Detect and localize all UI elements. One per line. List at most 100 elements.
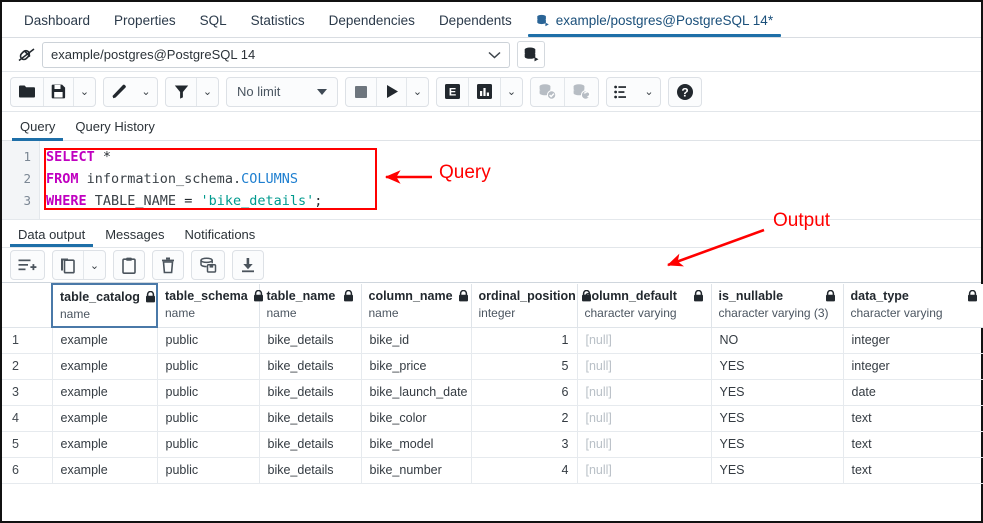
grid-cell-column_name[interactable]: bike_model (361, 431, 471, 457)
connection-select[interactable]: example/postgres@PostgreSQL 14 (42, 42, 510, 68)
grid-cell-data_type[interactable]: text (843, 405, 983, 431)
save-file-caret[interactable]: ⌄ (73, 78, 95, 106)
filter-caret[interactable]: ⌄ (196, 78, 218, 106)
grid-cell-table_catalog[interactable]: example (52, 405, 157, 431)
grid-cell-column_name[interactable]: bike_launch_date (361, 379, 471, 405)
stop-button[interactable] (346, 78, 376, 106)
grid-cell-is_nullable[interactable]: YES (711, 431, 843, 457)
grid-cell-column_default[interactable]: [null] (577, 379, 711, 405)
grid-column-header-table_catalog[interactable]: table_catalogname (52, 284, 157, 327)
grid-column-header-ordinal_position[interactable]: ordinal_positioninteger (471, 284, 577, 327)
output-tab-messages[interactable]: Messages (95, 227, 174, 247)
grid-cell-table_schema[interactable]: public (157, 457, 259, 483)
grid-cell-column_default[interactable]: [null] (577, 327, 711, 353)
grid-cell-is_nullable[interactable]: YES (711, 457, 843, 483)
grid-cell-table_catalog[interactable]: example (52, 327, 157, 353)
grid-cell-table_name[interactable]: bike_details (259, 457, 361, 483)
copy-caret[interactable]: ⌄ (83, 251, 105, 279)
save-data-icon[interactable] (192, 251, 224, 279)
explain-caret[interactable]: ⌄ (500, 78, 522, 106)
object-tab-sql[interactable]: SQL (188, 13, 239, 37)
delete-icon[interactable] (153, 251, 183, 279)
table-row[interactable]: 6examplepublicbike_detailsbike_number4[n… (2, 457, 983, 483)
grid-cell-column_name[interactable]: bike_price (361, 353, 471, 379)
grid-cell-data_type[interactable]: integer (843, 327, 983, 353)
grid-cell-column_name[interactable]: bike_id (361, 327, 471, 353)
editor-code[interactable]: SELECT *FROM information_schema.COLUMNSW… (40, 141, 981, 219)
table-row[interactable]: 4examplepublicbike_detailsbike_color2[nu… (2, 405, 983, 431)
grid-cell-column_default[interactable]: [null] (577, 405, 711, 431)
add-row-icon[interactable] (11, 251, 44, 279)
data-output-grid[interactable]: table_catalognametable_schemanametable_n… (2, 283, 981, 484)
table-row[interactable]: 1examplepublicbike_detailsbike_id1[null]… (2, 327, 983, 353)
grid-cell-is_nullable[interactable]: YES (711, 353, 843, 379)
grid-cell-is_nullable[interactable]: YES (711, 379, 843, 405)
grid-cell-column_default[interactable]: [null] (577, 353, 711, 379)
rollback-button[interactable] (564, 78, 598, 106)
grid-cell-is_nullable[interactable]: NO (711, 327, 843, 353)
object-tab-statistics[interactable]: Statistics (239, 13, 317, 37)
grid-column-header-table_name[interactable]: table_namename (259, 284, 361, 327)
edit-caret[interactable]: ⌄ (135, 78, 157, 106)
execute-button[interactable] (376, 78, 406, 106)
object-tab-properties[interactable]: Properties (102, 13, 188, 37)
table-row[interactable]: 5examplepublicbike_detailsbike_model3[nu… (2, 431, 983, 457)
query-tab-query-history[interactable]: Query History (65, 119, 164, 140)
grid-column-header-table_schema[interactable]: table_schemaname (157, 284, 259, 327)
row-limit-select[interactable]: No limit (226, 77, 338, 107)
edit-pencil-button[interactable] (104, 78, 135, 106)
grid-cell-table_name[interactable]: bike_details (259, 405, 361, 431)
grid-cell-data_type[interactable]: text (843, 457, 983, 483)
execute-caret[interactable]: ⌄ (406, 78, 428, 106)
output-tab-notifications[interactable]: Notifications (174, 227, 265, 247)
object-tab-dependents[interactable]: Dependents (427, 13, 524, 37)
grid-cell-table_catalog[interactable]: example (52, 431, 157, 457)
grid-cell-ordinal_position[interactable]: 2 (471, 405, 577, 431)
grid-cell-column_name[interactable]: bike_number (361, 457, 471, 483)
macros-caret[interactable]: ⌄ (638, 78, 660, 106)
grid-column-header-column_default[interactable]: column_defaultcharacter varying (577, 284, 711, 327)
grid-cell-table_schema[interactable]: public (157, 327, 259, 353)
grid-column-header-column_name[interactable]: column_namename (361, 284, 471, 327)
grid-cell-table_name[interactable]: bike_details (259, 379, 361, 405)
table-row[interactable]: 3examplepublicbike_detailsbike_launch_da… (2, 379, 983, 405)
grid-column-header-data_type[interactable]: data_typecharacter varying (843, 284, 983, 327)
explain-button[interactable]: E (437, 78, 468, 106)
help-icon[interactable]: ? (669, 78, 701, 106)
grid-cell-column_name[interactable]: bike_color (361, 405, 471, 431)
filter-icon[interactable] (166, 78, 196, 106)
grid-cell-ordinal_position[interactable]: 3 (471, 431, 577, 457)
grid-cell-table_schema[interactable]: public (157, 431, 259, 457)
sql-editor[interactable]: 123 SELECT *FROM information_schema.COLU… (2, 141, 981, 219)
grid-cell-data_type[interactable]: integer (843, 353, 983, 379)
table-row[interactable]: 2examplepublicbike_detailsbike_price5[nu… (2, 353, 983, 379)
object-tab-example-postgres-postgresql-14[interactable]: example/postgres@PostgreSQL 14* (524, 13, 785, 37)
grid-cell-data_type[interactable]: text (843, 431, 983, 457)
query-tab-query[interactable]: Query (10, 119, 65, 140)
grid-cell-table_schema[interactable]: public (157, 353, 259, 379)
new-connection-button[interactable] (517, 41, 545, 68)
output-tab-data-output[interactable]: Data output (8, 227, 95, 247)
grid-cell-ordinal_position[interactable]: 1 (471, 327, 577, 353)
open-file-button[interactable] (11, 78, 43, 106)
grid-cell-table_catalog[interactable]: example (52, 379, 157, 405)
grid-cell-table_name[interactable]: bike_details (259, 327, 361, 353)
grid-cell-table_catalog[interactable]: example (52, 353, 157, 379)
object-tab-dependencies[interactable]: Dependencies (317, 13, 427, 37)
grid-column-header-is_nullable[interactable]: is_nullablecharacter varying (3) (711, 284, 843, 327)
paste-icon[interactable] (114, 251, 144, 279)
grid-cell-table_name[interactable]: bike_details (259, 353, 361, 379)
copy-icon[interactable] (53, 251, 83, 279)
macros-list-icon[interactable] (607, 78, 638, 106)
object-tab-dashboard[interactable]: Dashboard (12, 13, 102, 37)
grid-cell-table_name[interactable]: bike_details (259, 431, 361, 457)
grid-cell-column_default[interactable]: [null] (577, 457, 711, 483)
grid-cell-table_schema[interactable]: public (157, 379, 259, 405)
commit-button[interactable] (531, 78, 564, 106)
explain-analyze-button[interactable] (468, 78, 500, 106)
grid-cell-table_catalog[interactable]: example (52, 457, 157, 483)
save-file-button[interactable] (43, 78, 73, 106)
download-icon[interactable] (233, 251, 263, 279)
grid-cell-ordinal_position[interactable]: 6 (471, 379, 577, 405)
grid-cell-table_schema[interactable]: public (157, 405, 259, 431)
